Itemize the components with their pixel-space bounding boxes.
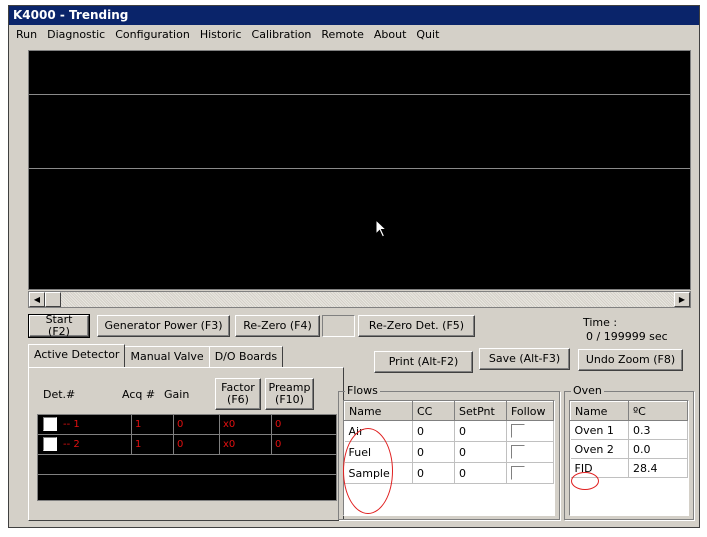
follow-checkbox[interactable] [511, 445, 525, 459]
plot-scrollbar[interactable]: ◀ ▶ [28, 291, 691, 308]
preamp-button[interactable]: Preamp (F10) [265, 378, 314, 410]
re-zero-det-button[interactable]: Re-Zero Det. (F5) [358, 315, 475, 337]
flow-setpnt[interactable]: 0 [454, 462, 507, 484]
flow-setpnt[interactable]: 0 [454, 420, 507, 442]
flow-cc: 0 [412, 441, 455, 463]
gain-header: Gain [164, 388, 190, 401]
undo-zoom-button[interactable]: Undo Zoom (F8) [578, 349, 683, 371]
oven-value: 28.4 [628, 458, 688, 478]
oven-value: 0.3 [628, 420, 688, 440]
detector-factor: x0 [220, 435, 272, 455]
save-button[interactable]: Save (Alt-F3) [479, 348, 570, 370]
oven-title: Oven [571, 384, 604, 397]
detector-grid: -- 1 1 0 x0 0 -- 2 1 0 x0 0 [37, 414, 337, 501]
re-zero-value-field[interactable] [322, 315, 355, 337]
flows-group: Flows Name CC SetPnt Follow Air 0 0 Fuel… [338, 384, 560, 520]
menu-historic[interactable]: Historic [195, 25, 247, 44]
annotation-circle [343, 428, 393, 514]
oven-value: 0.0 [628, 439, 688, 459]
flow-follow-cell [506, 462, 554, 484]
app-window: K4000 - Trending Run Diagnostic Configur… [8, 5, 700, 528]
flow-follow-cell [506, 420, 554, 442]
menu-configuration[interactable]: Configuration [110, 25, 195, 44]
menu-bar: Run Diagnostic Configuration Historic Ca… [9, 25, 699, 44]
oven-row[interactable]: Oven 2 0.0 [570, 439, 688, 459]
flows-header-cc: CC [412, 401, 455, 421]
mouse-cursor-icon [375, 219, 388, 238]
start-button[interactable]: Start (F2) [28, 314, 90, 338]
scroll-thumb[interactable] [45, 292, 61, 307]
oven-name: Oven 2 [570, 439, 629, 459]
detector-name: -- 1 [60, 415, 132, 435]
detector-gain: 0 [174, 435, 220, 455]
scroll-right-icon[interactable]: ▶ [674, 292, 690, 307]
detector-2-checkbox[interactable] [43, 437, 57, 451]
follow-checkbox[interactable] [511, 424, 525, 438]
menu-about[interactable]: About [369, 25, 412, 44]
flow-follow-cell [506, 441, 554, 463]
detector-row[interactable]: -- 2 1 0 x0 0 [38, 435, 336, 455]
time-label: Time : [583, 316, 618, 329]
detector-1-checkbox[interactable] [43, 417, 57, 431]
factor-button[interactable]: Factor (F6) [215, 378, 261, 410]
flows-header-setpnt: SetPnt [454, 401, 507, 421]
oven-grid: Name ºC Oven 1 0.3 Oven 2 0.0 FID 28.4 [569, 400, 689, 516]
detector-acq: 1 [132, 435, 174, 455]
menu-remote[interactable]: Remote [316, 25, 368, 44]
print-button[interactable]: Print (Alt-F2) [374, 351, 473, 373]
generator-power-button[interactable]: Generator Power (F3) [97, 315, 230, 337]
window-title: K4000 - Trending [9, 6, 699, 25]
scroll-left-icon[interactable]: ◀ [29, 292, 45, 307]
det-header: Det.# [43, 388, 76, 401]
flows-header-name: Name [344, 401, 413, 421]
detector-gain: 0 [174, 415, 220, 435]
plot-gridline [29, 94, 690, 95]
menu-calibration[interactable]: Calibration [247, 25, 317, 44]
oven-header-temp: ºC [628, 401, 688, 421]
annotation-circle [571, 472, 599, 490]
detector-row-empty [38, 475, 336, 495]
re-zero-button[interactable]: Re-Zero (F4) [235, 315, 320, 337]
tab-manual-valve[interactable]: Manual Valve [124, 346, 210, 367]
flow-cc: 0 [412, 420, 455, 442]
detector-preamp: 0 [275, 439, 282, 450]
detector-factor: x0 [220, 415, 272, 435]
time-value: 0 / 199999 sec [586, 330, 668, 343]
detector-tabs: Active Detector Manual Valve D/O Boards [28, 344, 284, 367]
detector-row-empty [38, 455, 336, 475]
plot-gridline [29, 168, 690, 169]
follow-checkbox[interactable] [511, 466, 525, 480]
acq-header: Acq # [122, 388, 156, 401]
detector-name: -- 2 [60, 435, 132, 455]
tab-do-boards[interactable]: D/O Boards [208, 346, 284, 367]
menu-run[interactable]: Run [11, 25, 42, 44]
flow-cc: 0 [412, 462, 455, 484]
oven-row[interactable]: Oven 1 0.3 [570, 420, 688, 440]
menu-diagnostic[interactable]: Diagnostic [42, 25, 110, 44]
oven-header-name: Name [570, 401, 629, 421]
flows-header-follow: Follow [506, 401, 554, 421]
detector-preamp: 0 [275, 419, 282, 430]
oven-group: Oven Name ºC Oven 1 0.3 Oven 2 0.0 FID 2… [564, 384, 694, 520]
trend-plot[interactable] [28, 50, 691, 290]
oven-name: Oven 1 [570, 420, 629, 440]
active-detector-panel: Det.# Acq # Gain Factor (F6) Preamp (F10… [28, 367, 344, 521]
menu-quit[interactable]: Quit [411, 25, 444, 44]
detector-acq: 1 [132, 415, 174, 435]
detector-row[interactable]: -- 1 1 0 x0 0 [38, 415, 336, 435]
flows-title: Flows [345, 384, 380, 397]
tab-active-detector[interactable]: Active Detector [28, 344, 126, 367]
flow-setpnt[interactable]: 0 [454, 441, 507, 463]
